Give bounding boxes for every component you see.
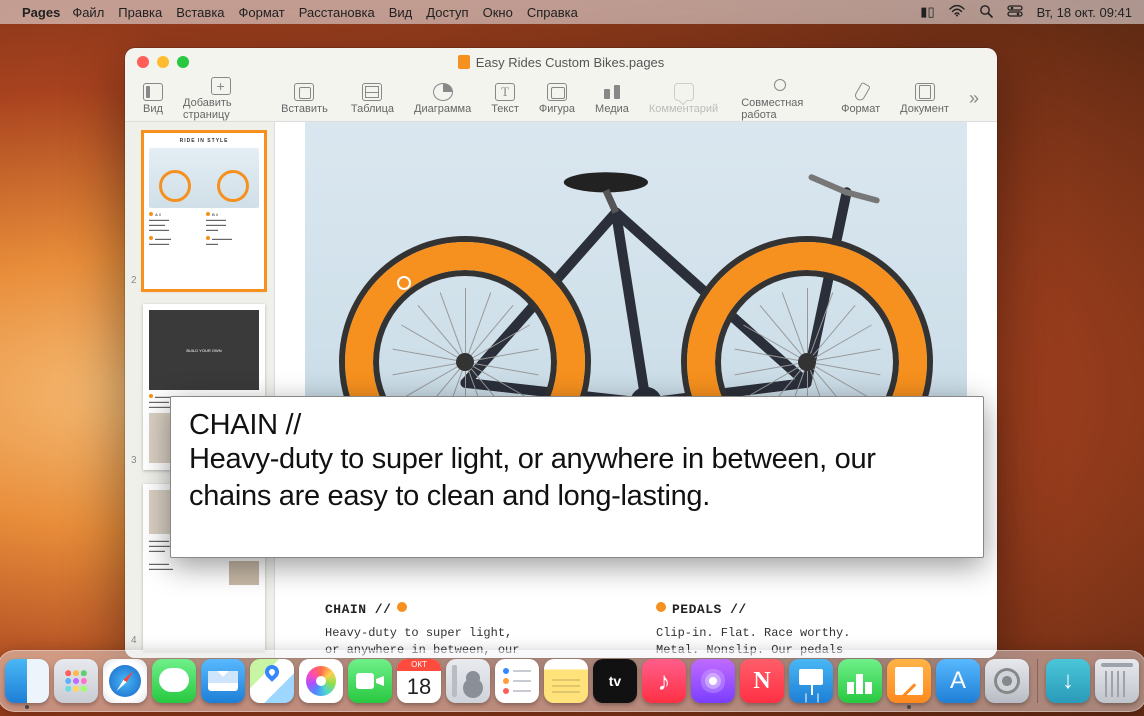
menubar: Pages Файл Правка Вставка Формат Расстан… xyxy=(0,0,1144,24)
window-zoom-button[interactable] xyxy=(177,56,189,68)
pedals-heading: PEDALS // xyxy=(672,602,747,617)
dock-keynote[interactable] xyxy=(789,659,833,703)
magnify-body: Heavy-duty to super light, or anywhere i… xyxy=(189,441,965,515)
dock-appstore[interactable] xyxy=(936,659,980,703)
dock-pages[interactable] xyxy=(887,659,931,703)
toolbar-view[interactable]: Вид xyxy=(133,83,173,115)
app-menu[interactable]: Pages xyxy=(22,5,60,20)
menu-help[interactable]: Справка xyxy=(527,5,578,20)
spotlight-icon[interactable] xyxy=(979,4,993,21)
menu-insert[interactable]: Вставка xyxy=(176,5,224,20)
menu-file[interactable]: Файл xyxy=(72,5,104,20)
toolbar-overflow[interactable]: » xyxy=(959,88,989,109)
dock xyxy=(0,650,1144,712)
dock-tv[interactable] xyxy=(593,659,637,703)
toolbar-media[interactable]: Медиа xyxy=(585,83,639,115)
toolbar: Вид Добавить страницу Вставить Таблица Д… xyxy=(125,76,997,122)
dock-trash[interactable] xyxy=(1095,659,1139,703)
magnify-heading: CHAIN // xyxy=(189,411,965,441)
dock-podcasts[interactable] xyxy=(691,659,735,703)
dock-system-settings[interactable] xyxy=(985,659,1029,703)
thumbnail-page-2[interactable]: 2 RIDE IN STYLE A //▬▬▬▬▬▬▬▬▬▬▬▬▬▬B //▬▬… xyxy=(133,132,266,290)
dock-photos[interactable] xyxy=(299,659,343,703)
window-title: Easy Rides Custom Bikes.pages xyxy=(476,55,665,70)
dot-icon xyxy=(397,602,407,612)
dock-reminders[interactable] xyxy=(495,659,539,703)
dock-maps[interactable] xyxy=(250,659,294,703)
toolbar-insert[interactable]: Вставить xyxy=(271,83,338,115)
toolbar-format[interactable]: Формат xyxy=(831,83,890,115)
window-minimize-button[interactable] xyxy=(157,56,169,68)
dock-calendar[interactable] xyxy=(397,659,441,703)
menu-format[interactable]: Формат xyxy=(239,5,285,20)
dock-separator xyxy=(1037,659,1038,703)
menubar-clock[interactable]: Вт, 18 окт. 09:41 xyxy=(1037,5,1132,20)
menu-edit[interactable]: Правка xyxy=(118,5,162,20)
wifi-icon[interactable] xyxy=(949,5,965,20)
dock-launchpad[interactable] xyxy=(54,659,98,703)
chain-heading: CHAIN // xyxy=(325,602,391,617)
battery-icon[interactable]: ▮▯ xyxy=(920,4,934,20)
dock-finder[interactable] xyxy=(5,659,49,703)
dock-news[interactable] xyxy=(740,659,784,703)
menu-view[interactable]: Вид xyxy=(389,5,413,20)
callout-dot xyxy=(397,276,411,290)
titlebar: Easy Rides Custom Bikes.pages xyxy=(125,48,997,76)
menu-arrange[interactable]: Расстановка xyxy=(299,5,375,20)
dock-downloads[interactable] xyxy=(1046,659,1090,703)
dock-music[interactable] xyxy=(642,659,686,703)
dock-contacts[interactable] xyxy=(446,659,490,703)
dock-mail[interactable] xyxy=(201,659,245,703)
dock-facetime[interactable] xyxy=(348,659,392,703)
dock-safari[interactable] xyxy=(103,659,147,703)
toolbar-add-page[interactable]: Добавить страницу xyxy=(173,77,268,121)
toolbar-shape[interactable]: Фигура xyxy=(529,83,585,115)
dock-notes[interactable] xyxy=(544,659,588,703)
menu-share[interactable]: Доступ xyxy=(426,5,468,20)
page-thumbnails[interactable]: 2 RIDE IN STYLE A //▬▬▬▬▬▬▬▬▬▬▬▬▬▬B //▬▬… xyxy=(125,122,275,658)
dock-numbers[interactable] xyxy=(838,659,882,703)
dot-icon xyxy=(656,602,666,612)
toolbar-text[interactable]: Текст xyxy=(481,83,529,115)
dock-messages[interactable] xyxy=(152,659,196,703)
document-canvas[interactable]: CHAIN // Heavy-duty to super light, or a… xyxy=(275,122,997,658)
toolbar-table[interactable]: Таблица xyxy=(341,83,404,115)
menu-window[interactable]: Окно xyxy=(483,5,513,20)
control-center-icon[interactable] xyxy=(1007,5,1023,20)
toolbar-document[interactable]: Документ xyxy=(890,83,959,115)
toolbar-chart[interactable]: Диаграмма xyxy=(404,83,481,115)
window-close-button[interactable] xyxy=(137,56,149,68)
pages-window: Easy Rides Custom Bikes.pages Вид Добави… xyxy=(125,48,997,658)
toolbar-collaborate[interactable]: Совместная работа xyxy=(731,77,828,121)
toolbar-comment[interactable]: Комментарий xyxy=(639,83,728,115)
magnified-text-overlay: CHAIN // Heavy-duty to super light, or a… xyxy=(170,396,984,558)
document-icon xyxy=(458,55,470,69)
